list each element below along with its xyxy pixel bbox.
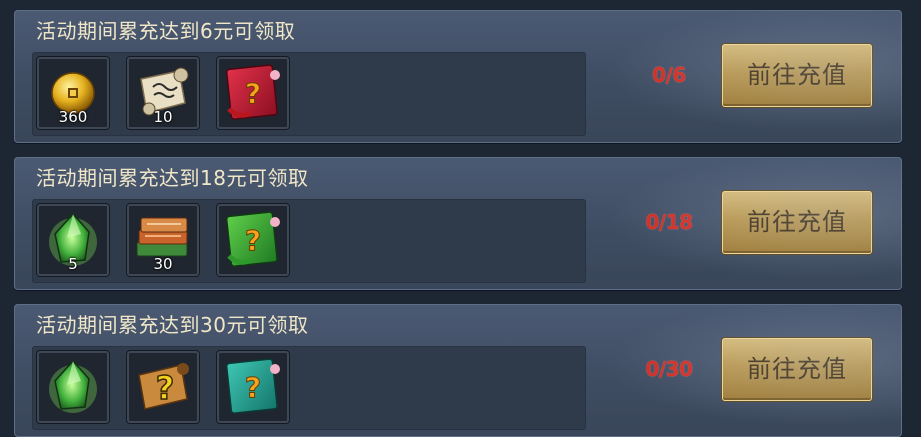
reward-strip: 5 30 ? — [32, 199, 586, 283]
reward-strip: ? ? — [32, 346, 586, 430]
go-recharge-button[interactable]: 前往充值 — [722, 44, 872, 107]
item-count: 5 — [68, 255, 78, 273]
progress-counter: 0/18 — [645, 210, 693, 234]
reward-slot[interactable]: 30 — [127, 204, 199, 276]
svg-text:?: ? — [245, 224, 261, 257]
reward-slot[interactable]: 5 — [37, 204, 109, 276]
reward-slot[interactable]: 10 — [127, 57, 199, 129]
reward-slot[interactable]: ? — [217, 351, 289, 423]
reward-tier-panel: 活动期间累充达到30元可领取 ? ? 0/30 前往充值 — [14, 304, 902, 437]
tier-title: 活动期间累充达到30元可领取 — [36, 313, 309, 337]
svg-text:?: ? — [245, 77, 261, 110]
reward-tier-panel: 活动期间累充达到6元可领取 360 10 ? 0/6 前往充值 — [14, 10, 902, 143]
progress-counter: 0/6 — [652, 63, 686, 87]
item-count: 30 — [153, 255, 173, 273]
item-count: 360 — [58, 108, 88, 126]
go-recharge-button[interactable]: 前往充值 — [722, 191, 872, 254]
green-gem-icon — [49, 359, 97, 413]
green-mystery-book-icon: ? — [225, 211, 280, 267]
tier-title: 活动期间累充达到18元可领取 — [36, 166, 309, 190]
reward-tier-panel: 活动期间累充达到18元可领取 5 30 ? 0/18 前往充值 — [14, 157, 902, 290]
svg-text:?: ? — [156, 369, 175, 407]
reward-strip: 360 10 ? — [32, 52, 586, 136]
reward-slot[interactable] — [37, 351, 109, 423]
go-recharge-button[interactable]: 前往充值 — [722, 338, 872, 401]
tier-title: 活动期间累充达到6元可领取 — [36, 19, 296, 43]
svg-text:?: ? — [245, 371, 261, 404]
reward-slot[interactable]: ? — [217, 204, 289, 276]
reward-slot[interactable]: ? — [217, 57, 289, 129]
progress-counter: 0/30 — [645, 357, 693, 381]
item-count: 10 — [153, 108, 173, 126]
reward-slot[interactable]: ? — [127, 351, 199, 423]
red-mystery-book-icon: ? — [225, 64, 280, 120]
mystery-scroll-icon: ? — [138, 363, 189, 410]
teal-mystery-book-icon: ? — [225, 358, 280, 414]
reward-slot[interactable]: 360 — [37, 57, 109, 129]
